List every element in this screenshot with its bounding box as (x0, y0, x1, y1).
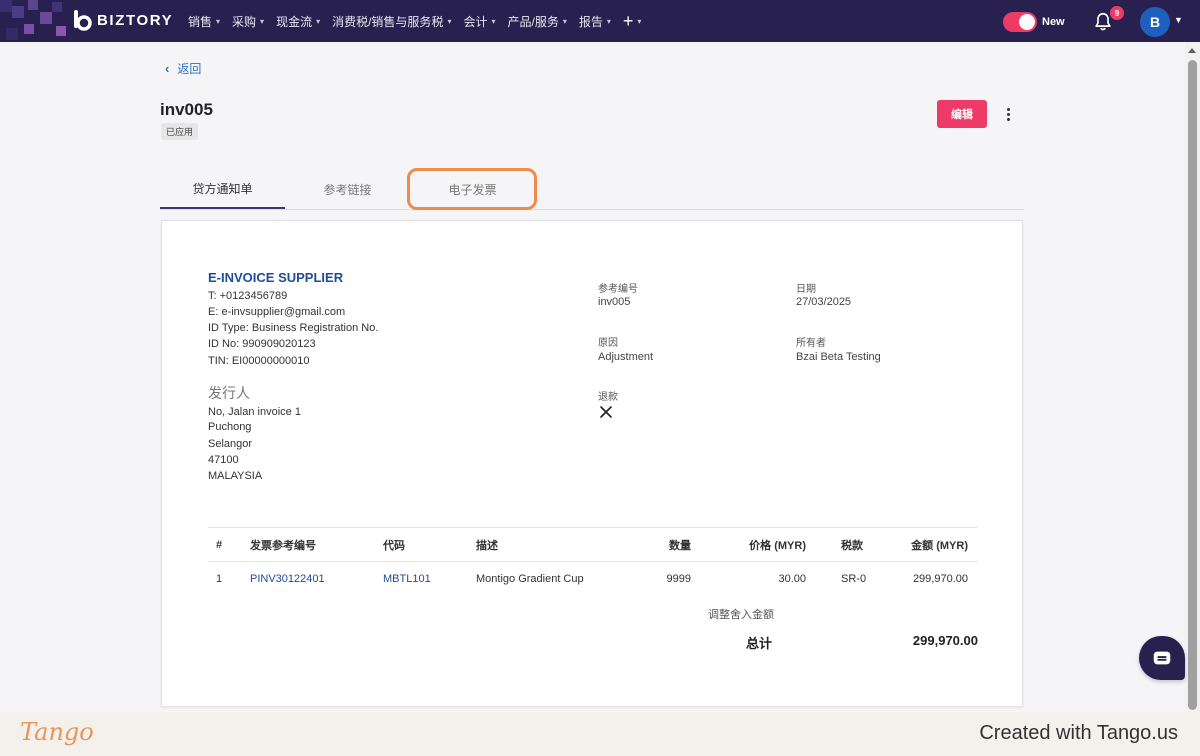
total-label: 总计 (746, 636, 773, 651)
address-line: No, Jalan invoice 1 (208, 406, 301, 418)
caret-down-icon: ▾ (447, 16, 452, 26)
chevron-down-icon[interactable]: ▼ (1174, 15, 1183, 25)
tab-reference-links[interactable]: 参考链接 (285, 170, 410, 209)
cell-invoice-ref-link[interactable]: PINV30122401 (250, 562, 325, 596)
main-menu: 销售 ▾ 采购 ▾ 现金流 ▾ 消费税/销售与服务税 ▾ 会计 ▾ 产品/服务 ▾ 报告 ▾ … (188, 0, 653, 42)
tango-footer: Tango Created with Tango.us (0, 712, 1200, 756)
caret-down-icon: ▾ (491, 16, 496, 26)
caret-down-icon: ▾ (562, 16, 567, 26)
toggle-label: New (1042, 16, 1065, 28)
owner-label: 所有者 (796, 338, 826, 349)
col-price: 价格 (MYR) (749, 540, 806, 552)
status-badge: 已应用 (161, 123, 199, 140)
tab-bar: 贷方通知单 参考链接 电子发票 (160, 170, 1024, 210)
nav-cashflow[interactable]: 现金流 ▾ (276, 13, 320, 30)
scrollbar-thumb[interactable] (1188, 60, 1197, 710)
address-line: 47100 (208, 454, 239, 466)
caret-down-icon: ▾ (637, 16, 642, 26)
notification-badge: 9 (1110, 6, 1124, 20)
supplier-id-no: ID No: 990909020123 (208, 338, 316, 350)
caret-down-icon: ▾ (606, 16, 611, 26)
top-navbar: BIZTORY 销售 ▾ 采购 ▾ 现金流 ▾ 消费税/销售与服务税 ▾ 会计 ▾ 产品/… (0, 0, 1200, 42)
biztory-logo-icon (74, 10, 92, 31)
col-tax: 税款 (841, 540, 863, 552)
supplier-name: E-INVOICE SUPPLIER (208, 270, 344, 285)
plus-icon: + (622, 10, 634, 31)
toggle-knob (1019, 14, 1035, 30)
created-with-label: Created with Tango.us (979, 722, 1178, 744)
avatar[interactable]: B (1140, 7, 1170, 37)
address-line: MALAYSIA (208, 470, 263, 482)
brand-name: BIZTORY (97, 11, 174, 29)
table-header: # 发票参考编号 代码 描述 数量 价格 (MYR) 税款 金额 (MYR) (208, 528, 978, 562)
address-line: Selangor (208, 438, 253, 450)
cell-quantity: 9999 (666, 573, 691, 585)
nav-tax[interactable]: 消费税/销售与服务税 ▾ (332, 13, 451, 30)
caret-down-icon: ▾ (260, 16, 265, 26)
ref-label: 参考编号 (598, 284, 638, 295)
more-options-icon[interactable] (1000, 104, 1016, 124)
ref-value: inv005 (598, 296, 631, 308)
cell-price: 30.00 (778, 573, 806, 585)
cell-code-link[interactable]: MBTL101 (383, 562, 431, 596)
reason-value: Adjustment (598, 351, 654, 363)
edit-button[interactable]: 编辑 (937, 100, 987, 128)
line-items-table: # 发票参考编号 代码 描述 数量 价格 (MYR) 税款 金额 (MYR) 1… (208, 527, 978, 596)
supplier-id-type: ID Type: Business Registration No. (208, 322, 379, 334)
nav-accounting[interactable]: 会计 ▾ (463, 13, 495, 30)
supplier-tin: TIN: EI00000000010 (208, 355, 310, 367)
owner-value: Bzai Beta Testing (796, 351, 881, 363)
cell-description: Montigo Gradient Cup (476, 573, 584, 585)
tutorial-highlight (407, 168, 537, 210)
col-code: 代码 (383, 540, 405, 552)
address-line: Puchong (208, 421, 252, 433)
total-value: 299,970.00 (912, 633, 978, 648)
brand-logo[interactable]: BIZTORY (72, 8, 173, 32)
back-link[interactable]: ‹ 返回 (165, 60, 201, 77)
close-x-icon (600, 406, 612, 418)
credit-note-card: E-INVOICE SUPPLIER T: +0123456789 E: e-i… (161, 220, 1023, 707)
chat-support-button[interactable] (1139, 636, 1185, 680)
caret-down-icon: ▾ (216, 16, 221, 26)
back-label: 返回 (177, 62, 202, 76)
refund-label: 退款 (598, 392, 618, 403)
chat-icon (1153, 651, 1171, 665)
col-invoice-ref: 发票参考编号 (250, 540, 316, 552)
toggle-switch[interactable] (1003, 12, 1037, 32)
page-scrollbar[interactable] (1185, 42, 1200, 712)
chevron-left-icon: ‹ (165, 61, 170, 76)
cell-index: 1 (216, 573, 223, 585)
caret-down-icon: ▾ (316, 16, 321, 26)
new-ui-toggle[interactable]: New (1003, 12, 1065, 32)
table-row: 1 PINV30122401 MBTL101 Montigo Gradient … (208, 562, 978, 596)
scroll-up-arrow-icon[interactable] (1188, 48, 1196, 53)
nav-reports[interactable]: 报告 ▾ (579, 13, 611, 30)
nav-purchases[interactable]: 采购 ▾ (232, 13, 264, 30)
tango-logo: Tango (20, 718, 94, 746)
tab-credit-note[interactable]: 贷方通知单 (160, 170, 285, 209)
supplier-email: E: e-invsupplier@gmail.com (208, 306, 346, 318)
col-index: # (216, 539, 223, 551)
supplier-phone: T: +0123456789 (208, 290, 288, 302)
rounding-label: 调整舍入金额 (708, 609, 774, 621)
col-amount: 金额 (MYR) (911, 540, 968, 552)
nav-sales[interactable]: 销售 ▾ (188, 13, 220, 30)
col-description: 描述 (476, 540, 498, 552)
reason-label: 原因 (598, 338, 618, 349)
cell-amount: 299,970.00 (912, 573, 968, 585)
nav-add-button[interactable]: + ▾ (623, 11, 642, 32)
nav-products[interactable]: 产品/服务 ▾ (507, 13, 566, 30)
issuer-heading: 发行人 (208, 385, 250, 401)
date-label: 日期 (796, 284, 816, 295)
cell-tax: SR-0 (841, 573, 867, 585)
date-value: 27/03/2025 (796, 296, 852, 308)
page-title: inv005 (160, 100, 213, 119)
col-quantity: 数量 (669, 540, 691, 552)
